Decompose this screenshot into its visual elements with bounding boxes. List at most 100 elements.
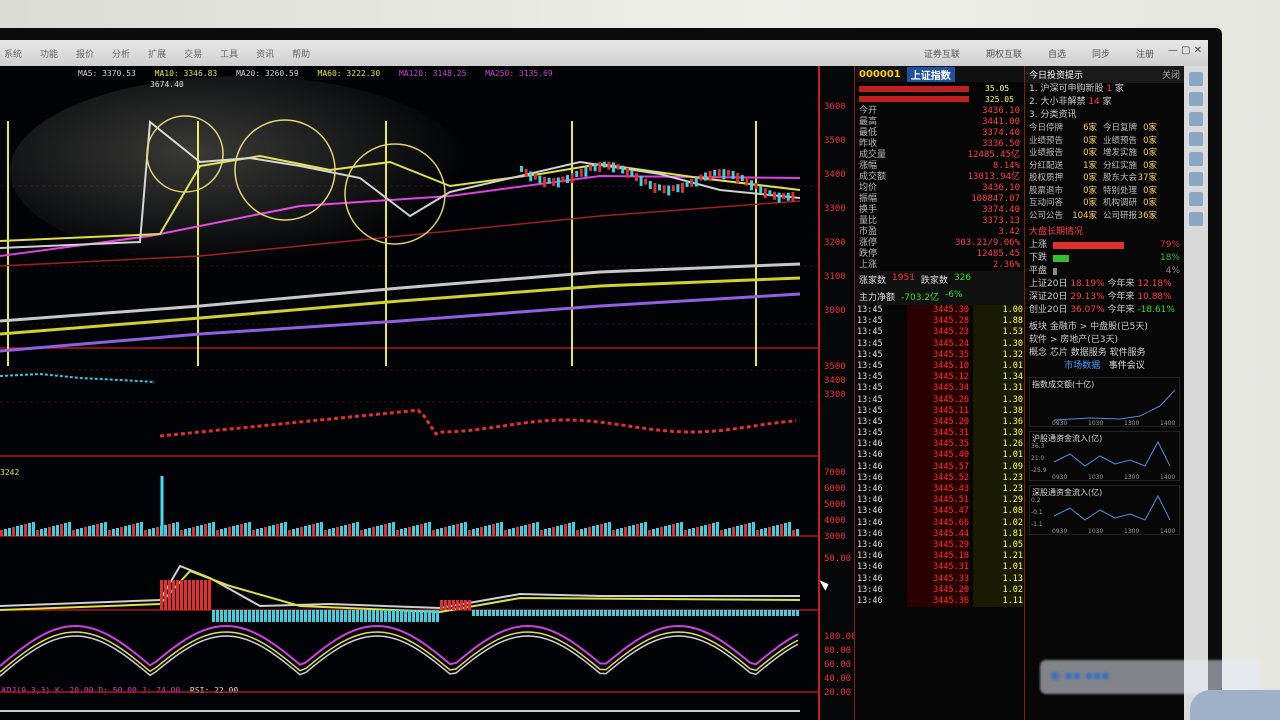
event-cell[interactable]: 股东大会 [1097, 172, 1137, 185]
tick-row[interactable]: 13:46 3445.33 1.13 [855, 573, 1024, 585]
mini-x-tick: 1400 [1160, 474, 1175, 480]
event-cell[interactable]: 股票退市 [1029, 185, 1071, 198]
mini-chart-line [1053, 389, 1176, 421]
volume-bar [336, 527, 339, 536]
index-name[interactable]: 上证指数 [906, 66, 955, 82]
menu-item[interactable]: 资讯 [256, 47, 274, 60]
tick-row[interactable]: 13:45 3445.35 1.32 [855, 349, 1024, 361]
tick-row[interactable]: 13:45 3445.11 1.38 [855, 405, 1024, 417]
toolbar-icon[interactable] [1189, 92, 1203, 106]
event-cell[interactable]: 分红实施 [1097, 160, 1137, 173]
concept-item[interactable]: 板块 金融市 > 中盘股(已5天) [1025, 321, 1184, 334]
tick-row[interactable]: 13:45 3445.10 1.01 [855, 360, 1024, 373]
quote-value: 3373.13 [982, 216, 1020, 226]
tick-row[interactable]: 13:46 3445.52 1.23 [855, 472, 1024, 484]
right-toolbar[interactable] [1184, 66, 1208, 720]
quote-key: 最高 [859, 117, 878, 127]
macd-bar [328, 610, 331, 622]
toolbar-icon[interactable] [1189, 72, 1203, 86]
tick-row[interactable]: 13:46 3445.20 1.02 [855, 584, 1024, 596]
event-cell[interactable]: 今日复牌 [1097, 122, 1137, 135]
event-cell[interactable]: 分红配送 [1029, 160, 1071, 173]
event-cell[interactable]: 特别处理 [1097, 185, 1137, 198]
toolbar-icon[interactable] [1189, 212, 1203, 226]
event-cell[interactable]: 业绩预告 [1097, 135, 1137, 148]
tick-row[interactable]: 13:45 3445.20 1.36 [855, 416, 1024, 429]
tick-row[interactable]: 13:45 3445.24 1.30 [855, 338, 1024, 350]
tick-row[interactable]: 13:46 3445.51 1.29 [855, 495, 1024, 507]
event-cell[interactable]: 股权质押 [1029, 172, 1071, 185]
concept-item[interactable]: 概念 芯片 数据服务 软件服务 [1025, 347, 1184, 360]
sidebar-close-button[interactable]: 关闭 [1162, 68, 1180, 81]
toolbar-icon[interactable] [1189, 192, 1203, 206]
macd-bar [604, 610, 607, 616]
tick-row[interactable]: 13:46 3445.47 1.08 [855, 506, 1024, 518]
macd-bar [664, 610, 667, 616]
event-cell[interactable]: 机构调研 [1097, 197, 1137, 210]
volume-bar [564, 524, 567, 536]
market-data-link[interactable]: 市场数据 [1064, 361, 1100, 371]
events-link[interactable]: 事件会议 [1109, 361, 1145, 371]
tick-row[interactable]: 13:46 3445.57 1.09 [855, 461, 1024, 473]
event-cell[interactable]: 增发实施 [1097, 147, 1137, 160]
tip-item[interactable]: 2. 大小非解禁 14 家 [1025, 96, 1184, 109]
macd-bar [380, 610, 383, 622]
event-cell[interactable]: 公司研报 [1097, 210, 1137, 223]
event-cell[interactable]: 公司公告 [1029, 210, 1071, 223]
menubar-right-item[interactable]: 同步 [1092, 47, 1110, 60]
tip-item[interactable]: 1. 沪深可申购新股 1 家 [1025, 83, 1184, 96]
menu-item[interactable]: 扩展 [148, 47, 166, 60]
tick-row[interactable]: 13:45 3445.34 1.31 [855, 383, 1024, 395]
menu-item[interactable]: 系统 [4, 47, 22, 60]
tick-row[interactable]: 13:46 3445.40 1.01 [855, 450, 1024, 462]
menubar-right-item[interactable]: 注册 [1136, 47, 1154, 60]
sub-tick: 3300 [824, 390, 846, 400]
event-cell[interactable]: 互动问答 [1029, 197, 1071, 210]
tick-row[interactable]: 13:45 3445.30 1.00 [855, 305, 1024, 317]
menu-item[interactable]: 交易 [184, 47, 202, 60]
menubar-right-item[interactable]: 自选 [1048, 47, 1066, 60]
menu-item[interactable]: 报价 [76, 47, 94, 60]
event-cell[interactable]: 业绩预告 [1029, 135, 1071, 148]
window-controls[interactable]: — ▢ ✕ [1168, 45, 1202, 56]
tick-row[interactable]: 13:46 3445.44 1.81 [855, 528, 1024, 540]
volume-bar [212, 522, 215, 536]
tick-row[interactable]: 13:46 3445.36 1.11 [855, 595, 1024, 608]
tick-row[interactable]: 13:46 3445.18 1.21 [855, 551, 1024, 563]
concept-item[interactable]: 软件 > 房地产(已3天) [1025, 334, 1184, 347]
tip-item[interactable]: 3. 分类资讯 [1025, 109, 1184, 122]
menubar-right-item[interactable]: 期权互联 [986, 47, 1022, 60]
menu-item[interactable]: 分析 [112, 47, 130, 60]
volume-bar [192, 527, 195, 536]
event-cell[interactable]: 今日停牌 [1029, 122, 1071, 135]
menubar-right-item[interactable]: 证券互联 [924, 47, 960, 60]
menu-item[interactable]: 帮助 [292, 47, 310, 60]
tick-price: 3445.20 [907, 416, 969, 429]
tick-row[interactable]: 13:46 3445.43 1.23 [855, 484, 1024, 496]
tick-row[interactable]: 13:45 3445.12 1.34 [855, 372, 1024, 384]
tick-row[interactable]: 13:46 3445.29 1.05 [855, 539, 1024, 552]
menu-item[interactable]: 功能 [40, 47, 58, 60]
toolbar-icon[interactable] [1189, 152, 1203, 166]
macd-bar [568, 610, 571, 616]
tick-row[interactable]: 13:46 3445.35 1.26 [855, 439, 1024, 451]
tick-row[interactable]: 13:46 3445.31 1.01 [855, 562, 1024, 574]
tick-list[interactable]: 13:45 3445.30 1.00 13:45 3445.28 1.88 13:45 344… [855, 305, 1024, 608]
toolbar-icon[interactable] [1189, 112, 1203, 126]
toolbar-icon[interactable] [1189, 132, 1203, 146]
panel-title: 000001 上证指数 [855, 66, 1024, 82]
menu-item[interactable]: 工具 [220, 47, 238, 60]
kdj-tick: 100.00 [824, 632, 857, 642]
tick-row[interactable]: 13:46 3445.66 1.02 [855, 517, 1024, 529]
tick-row[interactable]: 13:45 3445.28 1.88 [855, 316, 1024, 328]
volume-bar [120, 527, 123, 536]
tick-row[interactable]: 13:45 3445.31 1.30 [855, 428, 1024, 440]
event-cell[interactable]: 业绩报告 [1029, 147, 1071, 160]
volume-bar [588, 527, 591, 536]
tick-row[interactable]: 13:45 3445.23 1.53 [855, 327, 1024, 339]
tick-volume: 1.29 [973, 495, 1023, 507]
toolbar-icon[interactable] [1189, 172, 1203, 186]
period-stats: 上证20日 18.19% 今年来 12.18% 深证20日 29.13% 今年来 … [1025, 278, 1184, 317]
tick-row[interactable]: 13:45 3445.26 1.30 [855, 394, 1024, 406]
kline-chart-area[interactable]: MA5: 3370.53 MA10: 3346.83 MA20: 3260.59… [0, 66, 820, 720]
